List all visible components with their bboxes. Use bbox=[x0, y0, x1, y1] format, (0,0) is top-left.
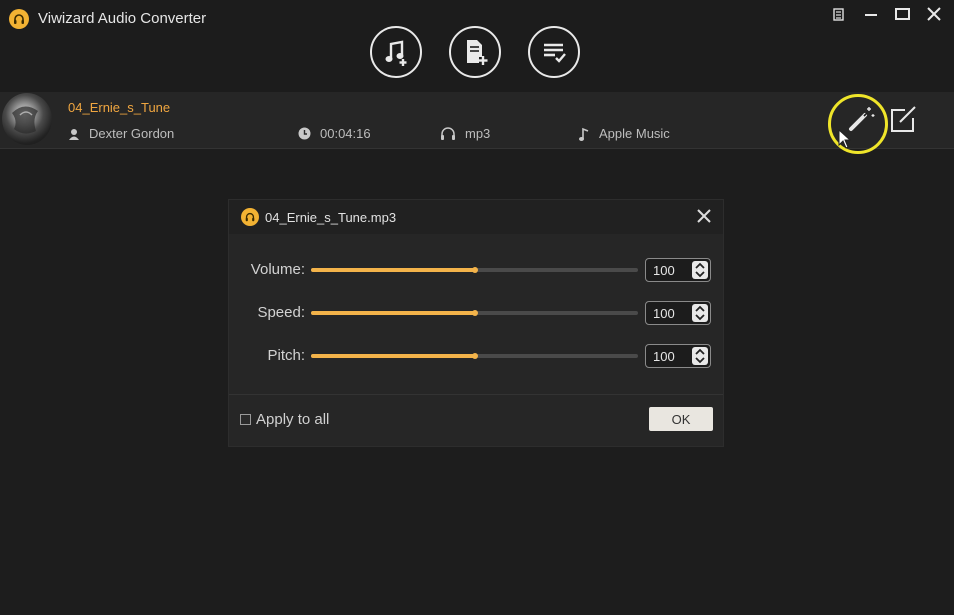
speed-slider-handle[interactable] bbox=[471, 310, 478, 316]
updown-arrows-icon[interactable] bbox=[692, 304, 708, 322]
pitch-slider-handle[interactable] bbox=[471, 353, 478, 359]
updown-arrows-icon[interactable] bbox=[692, 347, 708, 365]
minimize-icon[interactable] bbox=[863, 6, 885, 26]
close-icon[interactable] bbox=[925, 6, 947, 26]
edit-output-button[interactable] bbox=[888, 104, 918, 134]
pitch-spinbox[interactable]: 100 bbox=[645, 344, 711, 368]
volume-slider[interactable] bbox=[311, 267, 638, 273]
title-bar: Viwizard Audio Converter bbox=[0, 0, 954, 92]
mouse-cursor-icon bbox=[838, 129, 852, 149]
headphones-icon bbox=[441, 127, 455, 140]
speed-slider[interactable] bbox=[311, 310, 638, 316]
volume-spinbox[interactable]: 100 bbox=[645, 258, 711, 282]
converted-list-icon bbox=[544, 43, 566, 63]
track-artist: Dexter Gordon bbox=[68, 126, 174, 141]
track-format: mp3 bbox=[440, 126, 490, 141]
pitch-slider-fill bbox=[311, 354, 475, 358]
pitch-value: 100 bbox=[653, 349, 675, 364]
speed-spinbox[interactable]: 100 bbox=[645, 301, 711, 325]
track-source: Apple Music bbox=[578, 126, 670, 141]
volume-label: Volume: bbox=[250, 261, 305, 278]
pitch-slider[interactable] bbox=[311, 353, 638, 359]
maximize-icon[interactable] bbox=[894, 6, 916, 26]
dialog-title: 04_Ernie_s_Tune.mp3 bbox=[265, 210, 397, 225]
track-duration: 00:04:16 bbox=[298, 126, 371, 141]
ok-button[interactable]: OK bbox=[649, 407, 713, 431]
person-icon bbox=[69, 128, 79, 140]
format-value: mp3 bbox=[465, 126, 491, 141]
add-music-button[interactable] bbox=[370, 26, 422, 78]
music-note-icon bbox=[579, 127, 589, 141]
volume-slider-fill bbox=[311, 268, 475, 272]
add-music-icon bbox=[385, 40, 407, 66]
dialog-header: 04_Ernie_s_Tune.mp3 bbox=[229, 200, 723, 234]
volume-value: 100 bbox=[653, 263, 675, 278]
source-value: Apple Music bbox=[599, 126, 670, 141]
apply-to-all-label[interactable]: Apply to all bbox=[256, 411, 329, 428]
album-cover bbox=[2, 93, 52, 145]
track-row[interactable]: 04_Ernie_s_Tune Dexter Gordon 00:04:16 m… bbox=[0, 92, 954, 149]
dialog-logo-icon bbox=[241, 208, 259, 226]
app-window: Viwizard Audio Converter 04_Ernie_s_Tune… bbox=[0, 0, 954, 615]
speed-slider-fill bbox=[311, 311, 475, 315]
apply-to-all-checkbox[interactable] bbox=[240, 414, 251, 425]
audio-effect-dialog: 04_Ernie_s_Tune.mp3 Volume: 100 Speed: 1… bbox=[229, 200, 723, 446]
pitch-label: Pitch: bbox=[267, 347, 305, 364]
artist-name: Dexter Gordon bbox=[89, 126, 175, 141]
speed-label: Speed: bbox=[257, 304, 305, 321]
clock-icon bbox=[298, 127, 311, 140]
duration-value: 00:04:16 bbox=[320, 126, 371, 141]
edit-icon bbox=[891, 106, 916, 132]
speed-value: 100 bbox=[653, 306, 675, 321]
add-file-button[interactable] bbox=[449, 26, 501, 78]
track-title: 04_Ernie_s_Tune bbox=[68, 100, 171, 115]
add-file-icon bbox=[467, 40, 488, 65]
updown-arrows-icon[interactable] bbox=[692, 261, 708, 279]
converted-list-button[interactable] bbox=[528, 26, 580, 78]
dialog-close-icon[interactable] bbox=[695, 207, 713, 225]
app-title: Viwizard Audio Converter bbox=[38, 10, 207, 27]
app-logo-icon bbox=[9, 9, 29, 29]
menu-icon[interactable] bbox=[830, 6, 852, 26]
volume-slider-handle[interactable] bbox=[471, 267, 478, 273]
